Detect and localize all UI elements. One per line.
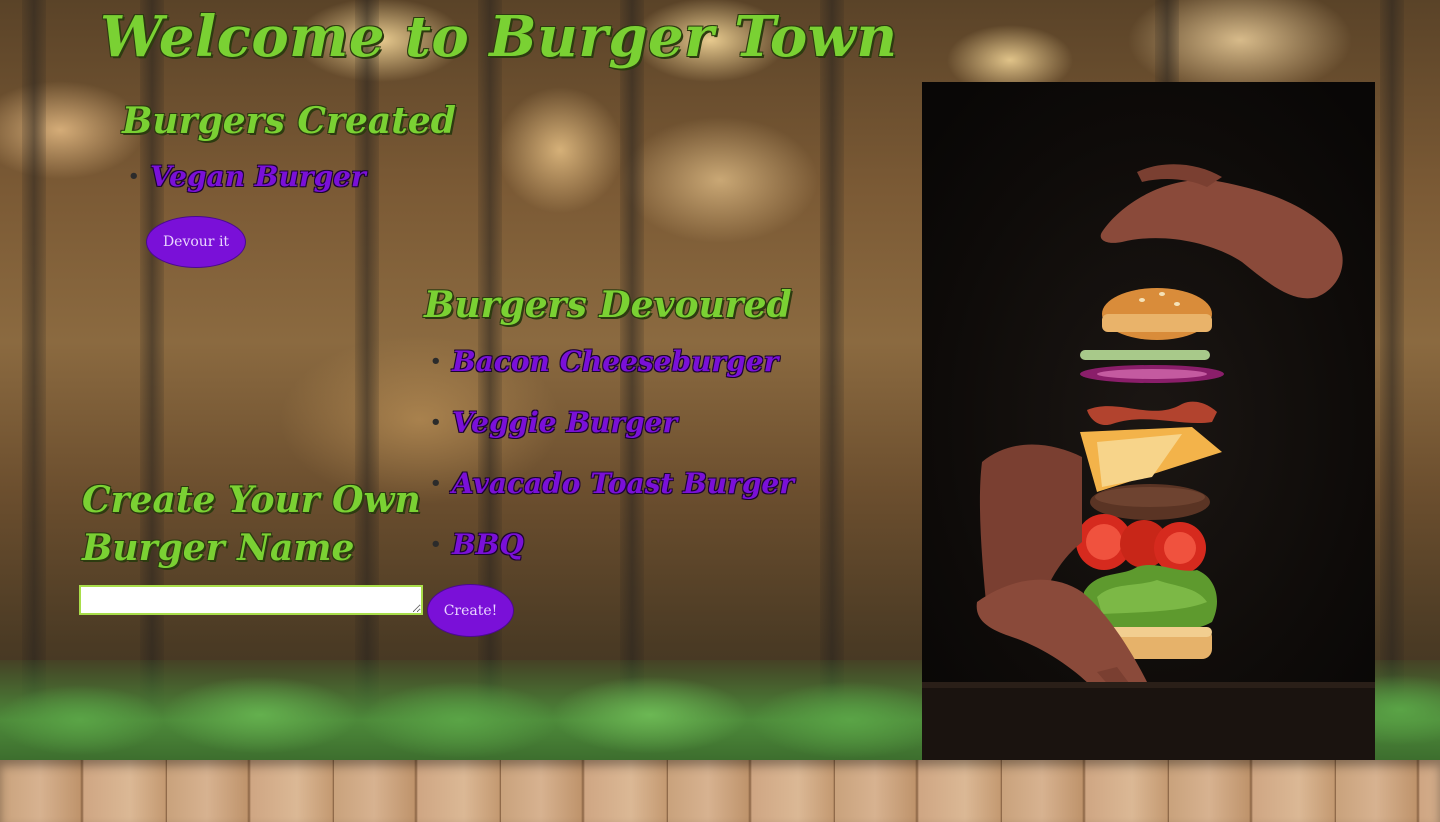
burgers-devoured-heading: Burgers Devoured xyxy=(424,284,792,326)
background-pillar xyxy=(820,0,844,760)
devour-button[interactable]: Devour it xyxy=(146,216,246,268)
list-item: BBQ xyxy=(430,526,794,564)
floating-burger-image xyxy=(922,164,1375,760)
list-item: Bacon Cheeseburger xyxy=(430,343,794,381)
list-item: Veggie Burger xyxy=(430,404,794,442)
burger-photo xyxy=(922,82,1375,760)
page-title: Welcome to Burger Town xyxy=(100,4,898,70)
wood-table xyxy=(0,760,1440,822)
background-pillar xyxy=(22,0,46,760)
burger-name-input[interactable] xyxy=(79,585,423,615)
create-burger-heading: Create Your Own Burger Name xyxy=(82,479,421,569)
background-pillar xyxy=(1380,0,1404,760)
create-button[interactable]: Create! xyxy=(427,584,514,637)
burgers-created-list: Vegan Burger xyxy=(128,158,366,196)
list-item: Vegan Burger xyxy=(128,158,366,196)
burgers-created-heading: Burgers Created xyxy=(122,100,456,142)
list-item: Avacado Toast Burger xyxy=(430,465,794,503)
burgers-devoured-list: Bacon Cheeseburger Veggie Burger Avacado… xyxy=(430,343,794,587)
